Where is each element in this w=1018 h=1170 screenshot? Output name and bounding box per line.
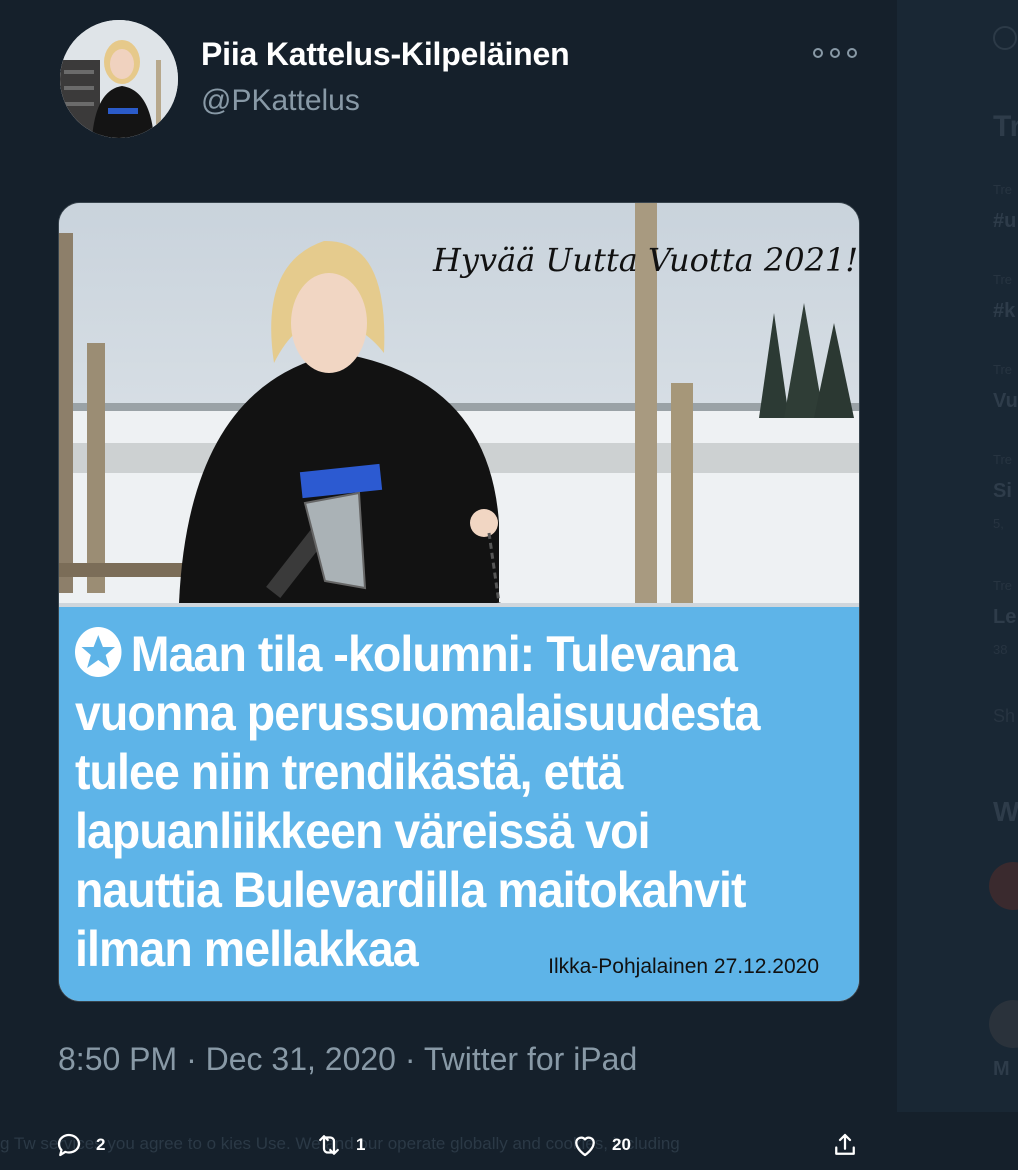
cookie-banner-text: g Tw services you agree to o kies Use. W… [0, 1134, 680, 1153]
right-sidebar: Tr Tre #u Tre #k Tre Vu Tre Si 5, Tre Le… [897, 0, 1018, 1112]
retweet-count: 1 [356, 1135, 366, 1154]
headline-text: Maan tila -kolumni: Tulevana vuonna peru… [75, 626, 760, 977]
trend-label: Tre [993, 362, 1013, 377]
trend-label: Tre [993, 182, 1013, 197]
more-dot [847, 48, 857, 58]
tweet-detail: Piia Kattelus-Kilpeläinen @PKattelus Hyv… [0, 0, 897, 1112]
headline-box: Maan tila -kolumni: Tulevana vuonna peru… [59, 607, 859, 1001]
tweet-media[interactable]: Hyvää Uutta Vuotta 2021! Maan tila -kolu… [58, 202, 860, 1002]
star-icon [75, 627, 122, 677]
trends-heading: Tr [993, 110, 1018, 143]
more-icon[interactable] [813, 44, 857, 62]
trend-count: 38 [993, 642, 1008, 657]
retweet-button[interactable]: 1 [314, 1130, 365, 1160]
trend-label: Tre [993, 452, 1013, 467]
trend-title[interactable]: Vu [993, 390, 1018, 413]
trend-title[interactable]: #u [993, 210, 1016, 233]
reply-icon [57, 1133, 81, 1157]
search-icon[interactable] [993, 26, 1017, 50]
retweet-icon [319, 1135, 339, 1155]
share-icon [835, 1133, 855, 1155]
share-button[interactable] [830, 1130, 860, 1160]
image-greeting: Hyvää Uutta Vuotta 2021! [433, 241, 859, 279]
reply-button[interactable]: 2 [54, 1130, 105, 1160]
trend-title[interactable]: Si [993, 480, 1012, 503]
trend-title[interactable]: #k [993, 300, 1015, 323]
trend-count: 5, [993, 516, 1004, 531]
like-button[interactable]: 20 [570, 1130, 631, 1160]
author-handle[interactable]: @PKattelus [201, 84, 360, 118]
tweet-timestamp[interactable]: 8:50 PM · Dec 31, 2020 · Twitter for iPa… [58, 1041, 637, 1078]
suggested-avatar[interactable] [989, 1000, 1018, 1048]
more-dot [813, 48, 823, 58]
heart-icon [575, 1136, 595, 1157]
who-to-follow-heading: W [993, 796, 1018, 827]
suggested-name[interactable]: M [993, 1058, 1010, 1081]
trend-title[interactable]: Le [993, 606, 1016, 629]
author-avatar[interactable] [60, 20, 178, 138]
author-name[interactable]: Piia Kattelus-Kilpeläinen [201, 36, 570, 73]
like-count: 20 [612, 1135, 631, 1154]
suggested-avatar[interactable] [989, 862, 1018, 910]
image-source: Ilkka-Pohjalainen 27.12.2020 [548, 955, 819, 978]
reply-count: 2 [96, 1135, 106, 1154]
more-dot [830, 48, 840, 58]
trend-label: Tre [993, 272, 1013, 287]
trend-label: Tre [993, 578, 1013, 593]
show-more-link[interactable]: Sh [993, 706, 1015, 727]
image-headline: Maan tila -kolumni: Tulevana vuonna peru… [75, 625, 791, 979]
